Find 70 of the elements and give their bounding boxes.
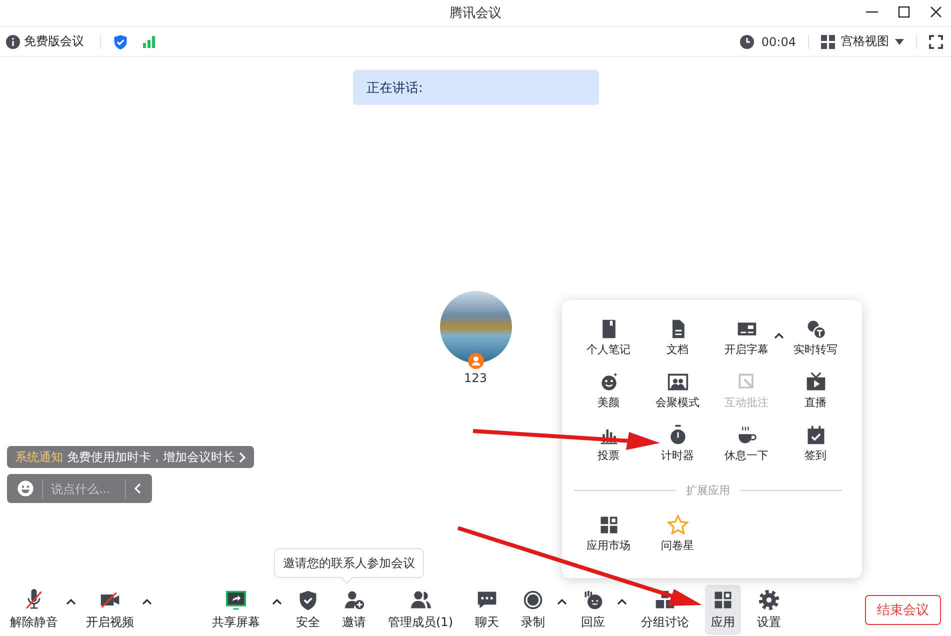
section-title: 扩展应用 [686,483,730,498]
share-screen-icon [225,589,247,611]
video-off-icon [99,589,121,611]
app-item[interactable]: 休息一下 [712,424,781,463]
toolbar-button[interactable]: 安全 [290,585,326,635]
caret-icon [895,38,904,44]
app-item[interactable]: 个人笔记 [574,318,643,357]
chevron-icon[interactable] [617,598,627,604]
app-item[interactable]: 问卷星 [643,514,712,553]
tooltip-pointer [341,577,353,584]
shield-icon[interactable] [113,34,128,50]
tv-icon [804,371,826,393]
app-item[interactable]: 计时器 [643,424,712,463]
chat-bubble-icon [476,589,498,611]
view-switch-button[interactable]: 宫格视图 [821,33,904,50]
apps-grid-icon [712,589,734,611]
maximize-icon[interactable] [897,5,911,19]
clock-icon [740,34,754,48]
close-icon[interactable] [929,5,943,19]
toolbar-button[interactable]: 回应 [575,585,611,635]
toolbar-button[interactable]: 解除静音 [4,585,64,635]
edition-label[interactable]: 免费版会议 [24,33,84,50]
app-item[interactable]: 开启字幕 [712,318,781,357]
record-icon [522,589,544,611]
app-item[interactable]: 直播 [781,371,850,410]
user-badge-icon [468,353,484,369]
participant-name: 123 [464,371,487,385]
people-icon [410,589,432,611]
muted-mic-icon [23,589,45,611]
info-icon[interactable] [6,34,20,48]
app-item[interactable]: 实时转写 [781,318,850,357]
toolbar-button[interactable]: 录制 [515,585,551,635]
app-item[interactable]: 应用市场 [574,514,643,553]
hand-smiley-icon [582,589,604,611]
speaking-banner: 正在讲话: [352,70,598,105]
app-item[interactable]: 签到 [781,424,850,463]
emoji-icon[interactable] [17,480,34,497]
meeting-timer: 00:04 [761,34,796,48]
collapse-icon[interactable] [134,483,141,494]
notification-banner[interactable]: 系统通知 免费使用加时卡，增加会议时长 [7,446,254,468]
chat-input-field[interactable]: 说点什么... [51,482,117,496]
invite-tooltip: 邀请您的联系人参加会议 [274,548,424,578]
notification-tag: 系统通知 [15,448,63,466]
grid-icon [821,34,835,48]
star-icon [666,514,688,536]
chevron-icon[interactable] [142,598,152,604]
toolbar-button[interactable]: 聊天 [469,585,505,635]
toolbar-button[interactable]: 邀请 [336,585,372,635]
toolbar-button[interactable]: 共享屏幕 [206,585,266,635]
shield-icon [297,589,319,611]
app-item[interactable]: 文档 [643,318,712,357]
app-item[interactable]: 会聚模式 [643,371,712,410]
transcribe-icon [804,318,826,340]
toolbar-button[interactable]: 管理成员(1) [382,585,459,635]
add-person-icon [343,589,365,611]
chevron-icon[interactable] [557,598,567,604]
chevron-icon [239,452,246,462]
chevron-icon[interactable] [272,598,282,604]
people-frame-icon [666,371,688,393]
toolbar-button[interactable]: 开启视频 [80,585,140,635]
chevron-icon[interactable] [66,598,76,604]
app-item[interactable]: 美颜 [574,371,643,410]
fullscreen-icon[interactable] [929,34,943,48]
notification-text: 免费使用加时卡，增加会议时长 [67,448,235,466]
chevron-icon[interactable] [774,332,784,339]
window-title: 腾讯会议 [450,5,502,22]
toolbar-button[interactable]: 设置 [751,585,787,635]
end-meeting-button[interactable]: 结束会议 [865,595,941,625]
toolbar-button[interactable]: 应用 [705,585,741,635]
settings-icon [758,589,780,611]
